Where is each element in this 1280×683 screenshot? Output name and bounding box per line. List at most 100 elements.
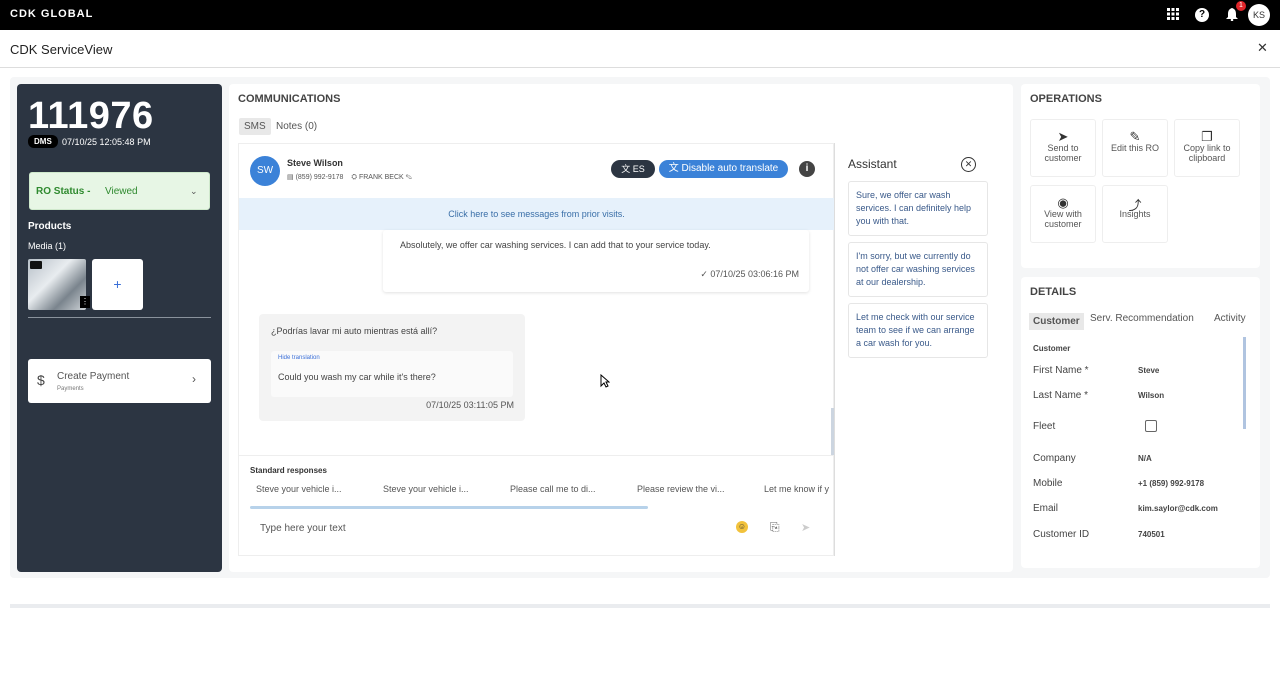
first-name-value[interactable]: Steve [1138, 366, 1159, 375]
op-label: Edit this RO [1110, 143, 1159, 153]
create-payment-button[interactable]: $ Create Payment Payments › [28, 359, 211, 403]
communications-heading: COMMUNICATIONS [238, 93, 341, 105]
tab-customer[interactable]: Customer [1029, 313, 1084, 330]
emoji-icon[interactable]: ☺ [736, 521, 748, 533]
bell-icon[interactable] [1225, 8, 1239, 22]
insights-button[interactable]: ⤴ Insights [1102, 185, 1168, 243]
fleet-label: Fleet [1033, 421, 1056, 432]
payment-subtitle: Payments [57, 386, 84, 392]
close-icon[interactable]: ✕ [1257, 40, 1268, 56]
app-title: CDK ServiceView [10, 42, 113, 57]
bottom-divider [10, 604, 1270, 608]
standard-response-chip[interactable]: Please review the vi... [637, 484, 725, 494]
outgoing-message: Absolutely, we offer car washing service… [383, 230, 809, 292]
ro-date: 07/10/25 12:05:48 PM [62, 137, 151, 147]
dollar-icon: $ [37, 372, 45, 388]
op-label: Insights [1119, 209, 1151, 219]
chat-panel: SW Steve Wilson ▤ (859) 992-9178 ⛭ FRANK… [238, 143, 834, 556]
prior-visits-link[interactable]: Click here to see messages from prior vi… [239, 198, 834, 230]
translate-icon: 文 [621, 164, 631, 174]
media-label: Media (1) [28, 241, 67, 251]
tab-notes[interactable]: Notes (0) [276, 121, 317, 132]
assistant-suggestion[interactable]: Let me check with our service team to se… [848, 303, 988, 358]
op-label: Copy link to clipboard [1183, 143, 1231, 163]
customer-section-label: Customer [1033, 344, 1071, 353]
edit-pencil-icon[interactable]: ✎ [406, 174, 412, 181]
products-heading: Products [28, 221, 72, 232]
apps-grid-icon[interactable] [1166, 8, 1180, 22]
composer-divider [239, 455, 834, 456]
ro-status-dropdown[interactable]: RO Status - Viewed ⌄ [29, 172, 210, 210]
more-options-icon[interactable]: ⋮ [80, 296, 90, 308]
tab-activity[interactable]: Activity [1214, 313, 1246, 324]
panel-divider [28, 317, 211, 318]
language-button[interactable]: 文 ES [611, 160, 655, 178]
details-panel: DETAILS Customer Serv. Recommendation Ac… [1021, 277, 1260, 568]
tab-serv-recommendation[interactable]: Serv. Recommendation [1090, 313, 1194, 324]
standard-responses-label: Standard responses [250, 466, 327, 475]
customer-id-value[interactable]: 740501 [1138, 530, 1165, 539]
message-timestamp: 07/10/25 03:11:05 PM [426, 400, 514, 410]
assistant-suggestion[interactable]: Sure, we offer car wash services. I can … [848, 181, 988, 236]
user-avatar[interactable]: KS [1248, 4, 1270, 26]
disable-auto-translate-button[interactable]: 文 Disable auto translate [659, 160, 788, 178]
email-value[interactable]: kim.saylor@cdk.com [1138, 504, 1218, 513]
last-name-value[interactable]: Wilson [1138, 391, 1164, 400]
message-text: Absolutely, we offer car washing service… [400, 240, 711, 250]
details-heading: DETAILS [1030, 286, 1077, 298]
pencil-icon: ✎ [1129, 129, 1141, 144]
cdk-logo: CDK GLOBAL [10, 8, 94, 20]
details-scrollbar[interactable] [1243, 337, 1246, 429]
ro-status-label: RO Status - [36, 186, 91, 197]
close-circle-icon[interactable]: ✕ [961, 157, 976, 172]
tab-sms[interactable]: SMS [239, 118, 271, 135]
contact-name: Steve Wilson [287, 158, 343, 168]
assistant-title: Assistant [848, 157, 897, 171]
standard-response-chip[interactable]: Steve your vehicle i... [256, 484, 342, 494]
copy-icon: ❐ [1201, 129, 1213, 144]
view-with-customer-button[interactable]: ◉ View with customer [1030, 185, 1096, 243]
last-name-label: Last Name * [1033, 390, 1089, 401]
translation-box: Hide translation Could you wash my car w… [271, 351, 513, 397]
info-icon[interactable]: i [799, 161, 815, 177]
language-code: ES [632, 164, 645, 174]
customer-id-label: Customer ID [1033, 529, 1090, 540]
translate-icon: 文 [668, 163, 679, 174]
message-timestamp: 07/10/25 03:06:16 PM [710, 269, 799, 279]
attachment-icon[interactable]: ⎘ [770, 520, 780, 535]
assistant-panel: Assistant ✕ Sure, we offer car wash serv… [834, 143, 1002, 556]
camera-icon [30, 261, 42, 269]
ro-number: 111976 [28, 95, 154, 137]
eye-icon: ◉ [1057, 195, 1069, 210]
trend-icon: ⤴ [1128, 198, 1142, 213]
send-to-customer-button[interactable]: ➤ Send to customer [1030, 119, 1096, 177]
standard-response-chip[interactable]: Let me know if y [764, 484, 834, 494]
first-name-label: First Name * [1033, 365, 1089, 376]
mobile-label: Mobile [1033, 478, 1063, 489]
message-time: ✓ 07/10/25 03:06:16 PM [700, 269, 799, 280]
op-label: Send to customer [1044, 143, 1082, 163]
help-icon[interactable]: ? [1195, 8, 1209, 22]
fleet-checkbox[interactable] [1145, 420, 1157, 432]
advisor-icon: ⛭ [351, 174, 358, 181]
edit-ro-button[interactable]: ✎ Edit this RO [1102, 119, 1168, 177]
assistant-suggestion[interactable]: I'm sorry, but we currently do not offer… [848, 242, 988, 297]
copy-link-button[interactable]: ❐ Copy link to clipboard [1174, 119, 1240, 177]
ro-status-value: Viewed [105, 186, 138, 197]
company-value[interactable]: N/A [1138, 454, 1152, 463]
message-input[interactable]: Type here your text [260, 523, 346, 534]
payment-title: Create Payment [57, 371, 130, 382]
standard-response-chip[interactable]: Steve your vehicle i... [383, 484, 469, 494]
contact-phone: (859) 992-9178 [295, 174, 344, 181]
add-media-button[interactable]: + [92, 259, 143, 310]
responses-scrollbar[interactable] [250, 506, 648, 509]
message-icon: ▤ [287, 174, 294, 181]
ro-panel: 111976 DMS 07/10/25 12:05:48 PM RO Statu… [17, 84, 222, 572]
standard-response-chip[interactable]: Please call me to di... [510, 484, 596, 494]
vehicle-photo-thumbnail[interactable]: ⋮ [28, 259, 90, 310]
mobile-value[interactable]: +1 (859) 992-9178 [1138, 479, 1204, 488]
email-label: Email [1033, 503, 1059, 514]
company-label: Company [1033, 453, 1076, 464]
send-icon[interactable]: ➤ [801, 521, 810, 534]
hide-translation-link[interactable]: Hide translation [278, 355, 320, 361]
